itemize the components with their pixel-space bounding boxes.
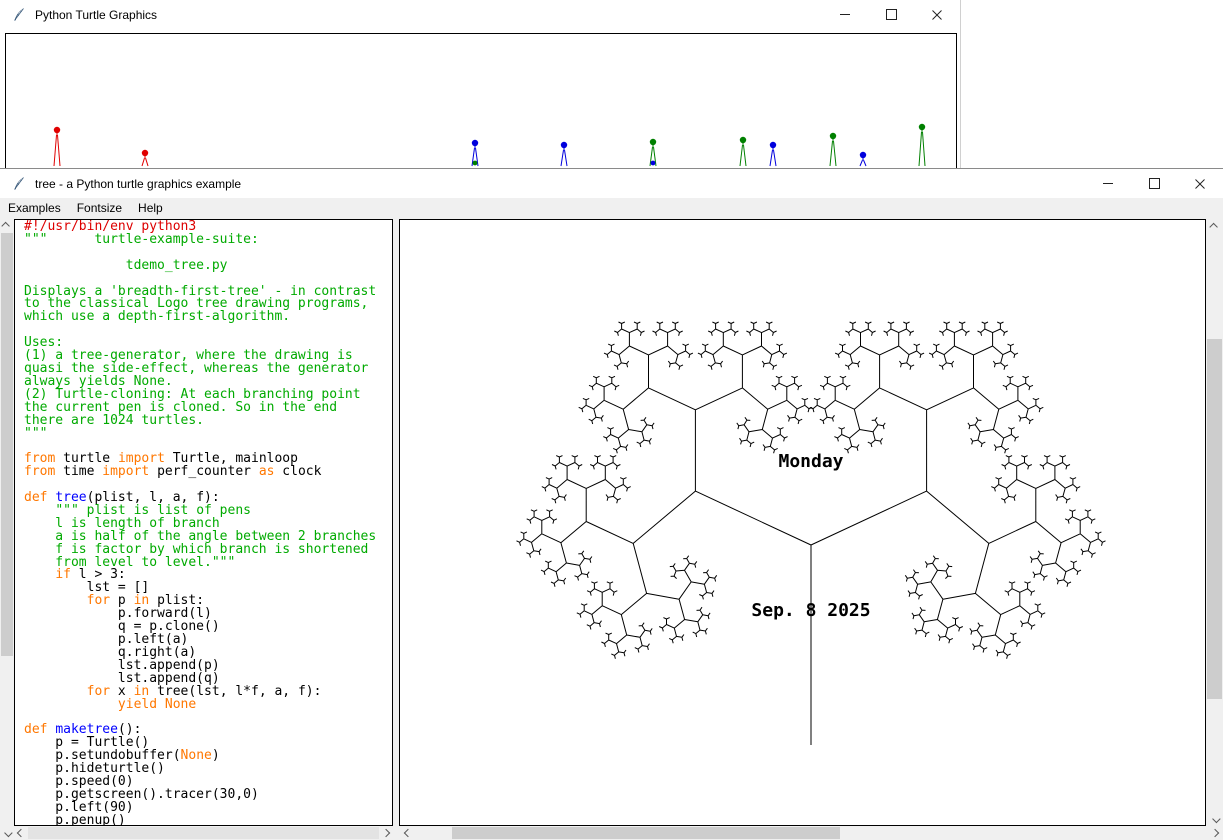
window-title: Python Turtle Graphics — [35, 8, 157, 22]
tk-feather-icon — [11, 176, 27, 192]
code-line: which use a depth-first-algorithm. — [24, 311, 392, 324]
scroll-up-arrow[interactable] — [1206, 219, 1223, 234]
tree-demo-window: tree - a Python turtle graphics example … — [0, 168, 1223, 839]
scrollbar-thumb[interactable] — [28, 827, 379, 839]
code-line: from time import perf_counter as clock — [24, 466, 392, 479]
turtle-graphics-window: Python Turtle Graphics — [0, 0, 961, 168]
scroll-right-arrow[interactable] — [1206, 826, 1223, 840]
chevron-up-icon — [1, 222, 9, 230]
turtle-graphics-titlebar[interactable]: Python Turtle Graphics — [0, 0, 960, 29]
code-vertical-scrollbar[interactable] — [0, 219, 14, 840]
scroll-down-arrow[interactable] — [1206, 811, 1223, 826]
code-line — [24, 324, 392, 337]
menu-item-help[interactable]: Help — [130, 199, 171, 217]
scroll-left-arrow[interactable] — [399, 826, 416, 840]
chevron-up-icon — [1209, 222, 1217, 230]
fractal-tree-drawing — [517, 322, 1106, 745]
maximize-icon — [1149, 178, 1160, 189]
scrollbar-thumb[interactable] — [1207, 339, 1222, 699]
scroll-up-arrow[interactable] — [0, 219, 14, 233]
close-button[interactable] — [1177, 169, 1223, 198]
maximize-icon — [886, 9, 897, 20]
scrollbar-thumb[interactable] — [452, 827, 840, 839]
code-line: p.penup() — [24, 815, 392, 826]
code-line: """ — [24, 428, 392, 441]
scroll-down-arrow[interactable] — [0, 826, 14, 840]
chevron-left-icon — [17, 829, 25, 837]
canvas-horizontal-scrollbar[interactable] — [399, 826, 1223, 840]
maximize-button[interactable] — [868, 0, 914, 29]
window-title: tree - a Python turtle graphics example — [35, 177, 241, 191]
menu-item-examples[interactable]: Examples — [0, 199, 69, 217]
canvas-vertical-scrollbar[interactable] — [1206, 219, 1223, 826]
code-line: """ turtle-example-suite: — [24, 234, 392, 247]
minimize-icon — [840, 14, 850, 15]
chevron-left-icon — [403, 829, 411, 837]
code-line: yield None — [24, 699, 392, 712]
turtle-canvas-background — [5, 33, 957, 168]
chevron-down-icon — [1212, 814, 1220, 822]
turtle-canvas-pane: Monday Sep. 8 2025 — [399, 219, 1206, 826]
canvas-text-sep: Sep. 8 2025 — [751, 600, 870, 621]
close-button[interactable] — [914, 0, 960, 29]
close-icon — [932, 10, 942, 20]
code-line: tdemo_tree.py — [24, 260, 392, 273]
tree-demo-titlebar[interactable]: tree - a Python turtle graphics example — [0, 169, 1223, 198]
minimize-icon — [1103, 183, 1113, 184]
scroll-right-arrow[interactable] — [379, 826, 393, 840]
menu-bar: ExamplesFontsizeHelp — [0, 198, 1223, 218]
screen: { "window_bg": { "title": "Python Turtle… — [0, 0, 1223, 839]
chevron-right-icon — [1210, 829, 1218, 837]
close-icon — [1195, 179, 1205, 189]
minimize-button[interactable] — [1085, 169, 1131, 198]
fractal-tree-canvas: Monday Sep. 8 2025 — [400, 220, 1205, 825]
canvas-text-monday: Monday — [778, 451, 843, 472]
code-horizontal-scrollbar[interactable] — [14, 826, 393, 840]
chevron-right-icon — [382, 829, 390, 837]
code-content: #!/usr/bin/env python3""" turtle-example… — [24, 221, 392, 826]
maximize-button[interactable] — [1131, 169, 1177, 198]
scrollbar-thumb[interactable] — [1, 233, 13, 656]
tk-feather-icon — [11, 7, 27, 23]
chevron-down-icon — [4, 829, 12, 837]
scroll-left-arrow[interactable] — [14, 826, 28, 840]
code-line: there are 1024 turtles. — [24, 415, 392, 428]
menu-item-fontsize[interactable]: Fontsize — [69, 199, 130, 217]
minimize-button[interactable] — [822, 0, 868, 29]
code-editor[interactable]: #!/usr/bin/env python3""" turtle-example… — [14, 219, 393, 826]
